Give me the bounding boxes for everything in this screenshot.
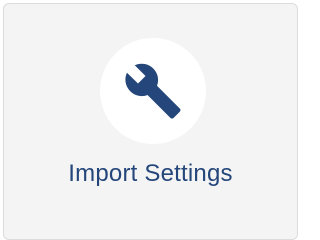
icon-circle — [100, 38, 206, 144]
tile-label: Import Settings — [68, 160, 233, 187]
import-settings-tile[interactable]: Import Settings — [3, 3, 298, 240]
wrench-icon — [123, 61, 183, 121]
